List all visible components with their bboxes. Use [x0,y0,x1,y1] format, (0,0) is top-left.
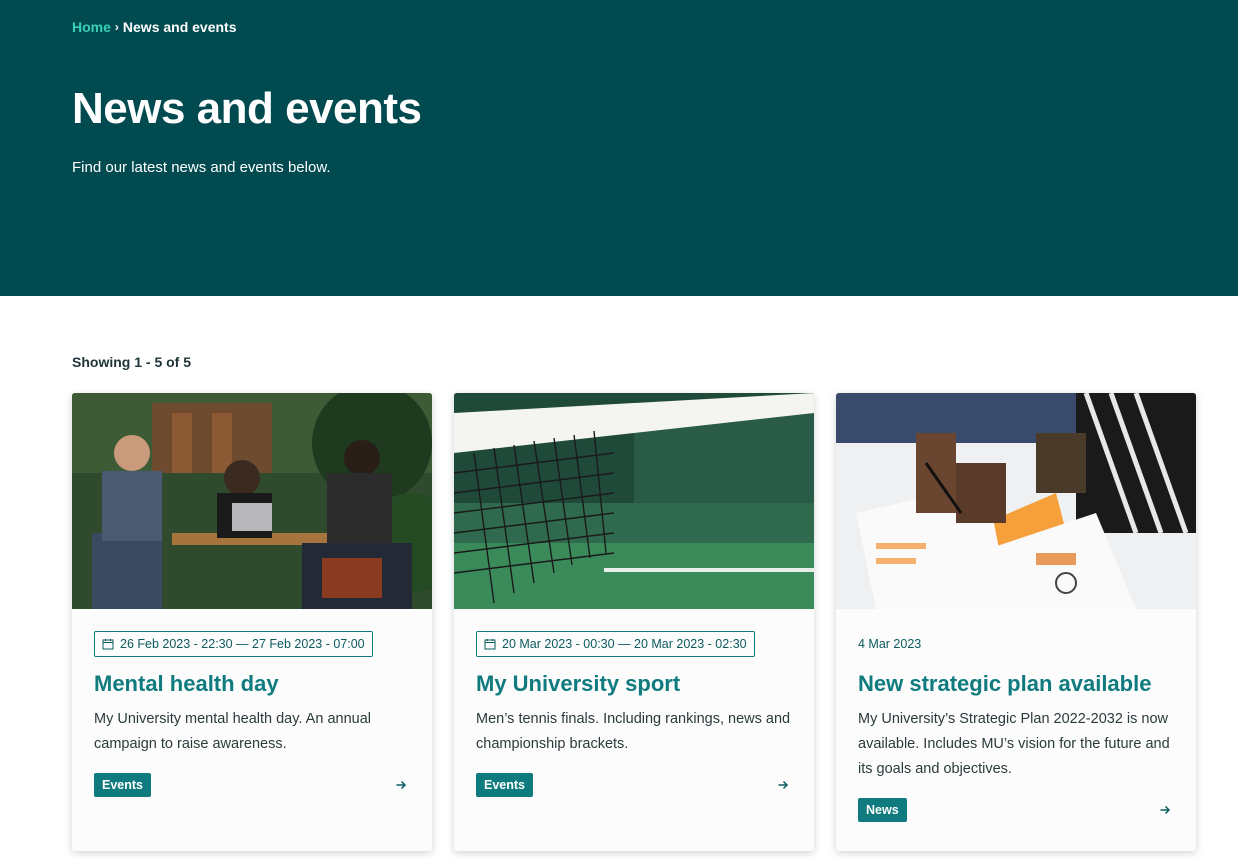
news-card-mental-health-day[interactable]: 26 Feb 2023 - 22:30 — 27 Feb 2023 - 07:0… [72,393,432,851]
card-title[interactable]: Mental health day [94,671,410,697]
card-image-students-cafe [72,393,432,609]
breadcrumb-home-link[interactable]: Home [72,19,111,35]
card-title[interactable]: New strategic plan available [858,671,1174,697]
arrow-right-icon[interactable] [1159,804,1171,816]
news-events-list: 26 Feb 2023 - 22:30 — 27 Feb 2023 - 07:0… [72,393,1196,851]
breadcrumb-current: News and events [122,19,237,35]
category-tag[interactable]: Events [94,773,151,798]
page-hero: Home › News and events News and events F… [0,0,1238,296]
news-date: 4 Mar 2023 [858,637,922,651]
page-title: News and events [72,84,422,133]
page-intro: Find our latest news and events below. [72,159,331,176]
card-footer: News [858,798,1174,823]
news-card-strategic-plan[interactable]: 4 Mar 2023 New strategic plan available … [836,393,1196,851]
card-image-tennis-net [454,393,814,609]
card-image-planning-documents [836,393,1196,609]
arrow-right-icon[interactable] [777,779,789,791]
arrow-right-icon[interactable] [395,779,407,791]
event-date-text: 20 Mar 2023 - 00:30 — 20 Mar 2023 - 02:3… [502,637,747,651]
results-summary: Showing 1 - 5 of 5 [72,354,192,370]
event-date-chip: 26 Feb 2023 - 22:30 — 27 Feb 2023 - 07:0… [94,631,373,657]
category-tag[interactable]: News [858,798,907,823]
event-date-text: 26 Feb 2023 - 22:30 — 27 Feb 2023 - 07:0… [120,637,365,651]
card-description: My University’s Strategic Plan 2022-2032… [858,711,1170,778]
card-footer: Events [94,773,410,798]
card-description: Men’s tennis finals. Including rankings,… [476,711,791,753]
card-footer: Events [476,773,792,798]
event-date-chip: 20 Mar 2023 - 00:30 — 20 Mar 2023 - 02:3… [476,631,755,657]
breadcrumb-separator: › [114,20,119,34]
news-card-university-sport[interactable]: 20 Mar 2023 - 00:30 — 20 Mar 2023 - 02:3… [454,393,814,851]
category-tag[interactable]: Events [476,773,533,798]
calendar-icon [102,639,114,650]
card-description: My University mental health day. An annu… [94,711,371,753]
card-title[interactable]: My University sport [476,671,792,697]
breadcrumb: Home › News and events [72,19,237,35]
calendar-icon [484,639,496,650]
